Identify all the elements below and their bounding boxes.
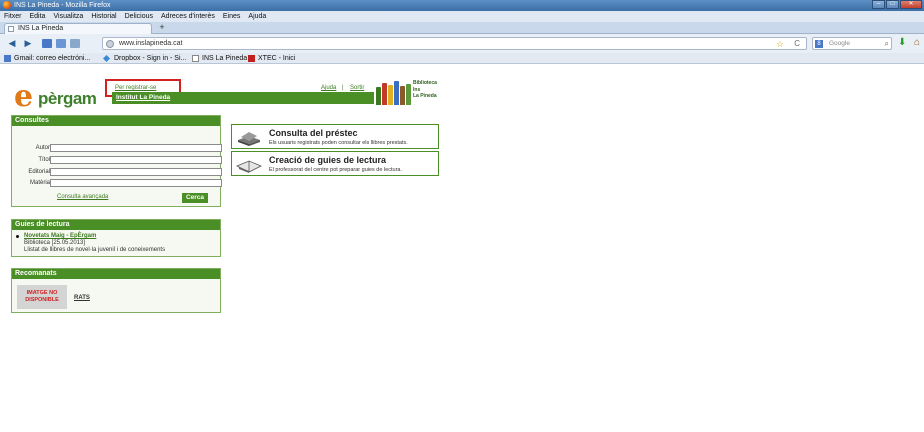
guide-description: Llistat de llibres de novel·la juvenil i…	[24, 247, 166, 253]
search-button[interactable]: Cerca	[182, 193, 208, 203]
bookmark-dropbox[interactable]: Dropbox - Sign in - Si...	[102, 54, 186, 63]
site-identity-icon[interactable]	[106, 40, 114, 48]
gmail-icon	[4, 55, 11, 62]
book-stack-icon	[238, 132, 260, 146]
tab-ins-la-pineda[interactable]: INS La Pineda	[4, 23, 152, 34]
epergam-logo-e: e	[14, 79, 34, 114]
titol-input[interactable]	[50, 156, 222, 164]
card-consulta-prestec[interactable]: Consulta del préstec Els usuaris registr…	[231, 124, 439, 149]
link-separator: |	[342, 85, 344, 91]
tab-strip: INS La Pineda +	[0, 22, 924, 34]
recommended-title-link[interactable]: RATS	[74, 295, 90, 301]
consultes-heading: Consultes	[12, 116, 220, 126]
toolbar-icon[interactable]	[56, 39, 66, 48]
exit-link[interactable]: Sortir	[350, 84, 364, 92]
epergam-logo-text: pèrgam	[38, 89, 97, 108]
navigation-bar: ◀ ▶ www.inslapineda.cat ☆ C 8 Google ⌕ ⬇…	[0, 34, 924, 53]
bookmarks-toolbar-icon[interactable]	[42, 39, 52, 48]
forward-icon[interactable]: ▶	[22, 38, 34, 49]
menu-ajuda[interactable]: Ajuda	[248, 11, 266, 22]
download-icon[interactable]: ⬇	[898, 37, 906, 49]
editorial-label: Editorial	[28, 169, 50, 175]
titol-row: Títol	[12, 156, 222, 165]
institute-name[interactable]: Institut La Pineda	[116, 93, 170, 103]
card-title[interactable]: Creació de guies de lectura	[269, 155, 386, 166]
window-titlebar: INS La Pineda - Mozilla Firefox – □ ✕	[0, 0, 924, 11]
bookmark-gmail[interactable]: Gmail: correo electróni...	[4, 54, 90, 63]
search-engine-icon[interactable]: 8	[815, 40, 823, 48]
materia-label: Matèria	[29, 180, 50, 186]
bookmark-ins-la-pineda[interactable]: INS La Pineda	[192, 54, 247, 63]
card-description: El professorat del centre pot preparar g…	[269, 167, 402, 173]
page-favicon-icon	[8, 26, 14, 32]
materia-row: Matèria	[12, 179, 222, 188]
autor-row: Autor	[12, 144, 222, 153]
search-bar[interactable]: 8 Google ⌕	[812, 37, 892, 50]
materia-input[interactable]	[50, 179, 222, 187]
open-book-icon	[236, 160, 262, 173]
menu-eines[interactable]: Eines	[223, 11, 241, 22]
tab-label: INS La Pineda	[18, 25, 64, 32]
titol-label: Títol	[38, 157, 50, 163]
bullet-icon	[16, 235, 19, 238]
bookmark-star-icon[interactable]: ☆	[776, 38, 784, 50]
menu-delicious[interactable]: Delicious	[125, 11, 153, 22]
url-bar[interactable]: www.inslapineda.cat ☆ C	[102, 37, 807, 50]
window-title: INS La Pineda - Mozilla Firefox	[14, 2, 111, 9]
guies-panel: Guies de lectura Novetats Maig - EpÈrgam…	[11, 219, 221, 257]
card-guies-lectura[interactable]: Creació de guies de lectura El professor…	[231, 151, 439, 176]
maximize-button[interactable]: □	[886, 0, 899, 9]
guide-title-link[interactable]: Novetats Maig - EpÈrgam	[24, 233, 220, 240]
library-label: Biblioteca Ins La Pineda	[413, 80, 437, 99]
reload-icon[interactable]: C	[794, 38, 800, 50]
toolbar-icon-2[interactable]	[70, 39, 80, 48]
menu-visualitza[interactable]: Visualitza	[53, 11, 83, 22]
minimize-button[interactable]: –	[872, 0, 885, 9]
xtec-icon	[248, 55, 255, 62]
menu-edita[interactable]: Edita	[30, 11, 46, 22]
menu-fitxer[interactable]: Fitxer	[4, 11, 22, 22]
help-link[interactable]: Ajuda	[321, 84, 336, 92]
back-icon[interactable]: ◀	[6, 38, 18, 49]
firefox-icon	[3, 1, 11, 9]
menu-bar: Fitxer Edita Visualitza Historial Delici…	[0, 11, 924, 22]
search-placeholder[interactable]: Google	[829, 38, 850, 50]
editorial-input[interactable]	[50, 168, 222, 176]
card-title[interactable]: Consulta del préstec	[269, 128, 358, 139]
consultes-panel: Consultes Autor Títol Editorial Matèria …	[11, 115, 222, 207]
menu-adreces[interactable]: Adreces d'interès	[161, 11, 215, 22]
bookmark-xtec[interactable]: XTEC - Inici	[248, 54, 295, 63]
menu-historial[interactable]: Historial	[91, 11, 116, 22]
close-window-button[interactable]: ✕	[900, 0, 922, 9]
search-icon[interactable]: ⌕	[885, 38, 889, 50]
library-books-icon	[374, 79, 412, 105]
url-text[interactable]: www.inslapineda.cat	[119, 38, 182, 50]
dropbox-icon	[102, 54, 111, 63]
page-icon	[192, 55, 199, 62]
institute-bar: Institut La Pineda	[112, 92, 374, 104]
advanced-search-link[interactable]: Consulta avançada	[57, 194, 108, 200]
guies-heading: Guies de lectura	[12, 220, 220, 230]
recomanats-heading: Recomanats	[12, 269, 220, 279]
bookmarks-toolbar: Gmail: correo electróni... Dropbox - Sig…	[0, 53, 924, 64]
new-tab-button[interactable]: +	[156, 23, 168, 33]
image-not-available[interactable]: IMATGE NO DISPONIBLE	[17, 285, 67, 309]
autor-input[interactable]	[50, 144, 222, 152]
recomanats-panel: Recomanats IMATGE NO DISPONIBLE RATS	[11, 268, 221, 313]
autor-label: Autor	[35, 145, 50, 151]
home-icon[interactable]: ⌂	[914, 37, 920, 49]
editorial-row: Editorial	[12, 168, 222, 177]
card-description: Els usuaris registrats poden consultar e…	[269, 140, 408, 146]
guide-date: Biblioteca [25.05.2013]	[24, 240, 86, 246]
